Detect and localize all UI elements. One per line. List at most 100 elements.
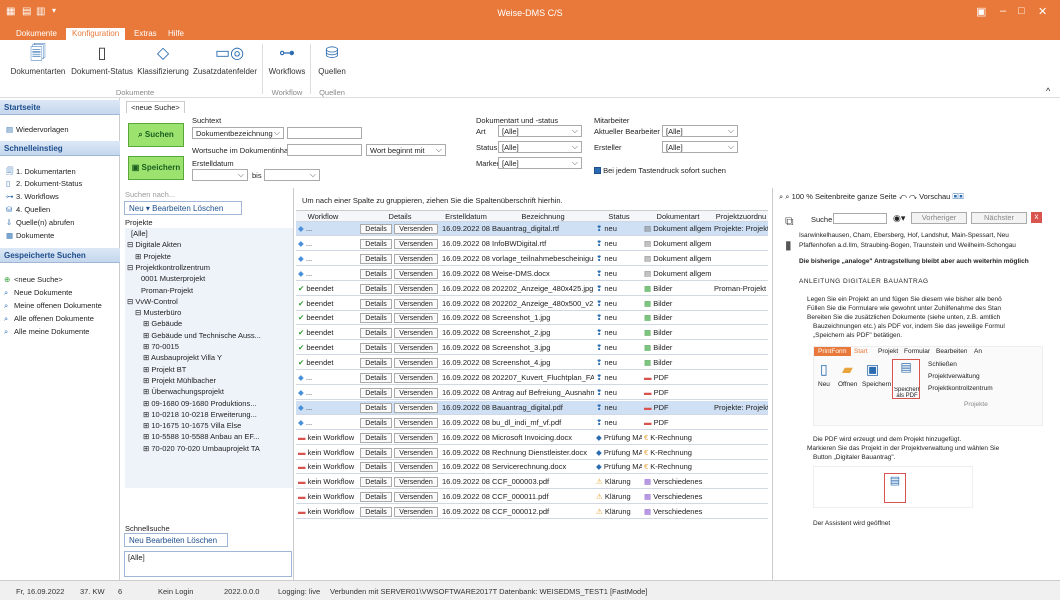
table-row[interactable]: ✔ beendet Details Versenden 16.09.2022 08: S… [296, 311, 768, 326]
date-from-input[interactable] [192, 169, 248, 181]
table-row[interactable]: ✔ beendet Details Versenden 16.09.2022 08: S… [296, 326, 768, 341]
details-button[interactable]: Details [360, 253, 392, 264]
zusatzdatenfelder-button[interactable]: ▭◎ Zusatzdatenfelder [192, 44, 258, 76]
versenden-button[interactable]: Versenden [394, 238, 438, 249]
tree-node[interactable]: ⊞ Projekt BT [143, 365, 186, 374]
close-search-icon[interactable]: x [1031, 212, 1042, 223]
table-row[interactable]: ✔ beendet Details Versenden 16.09.2022 08: S… [296, 356, 768, 371]
details-button[interactable]: Details [360, 402, 392, 413]
details-button[interactable]: Details [360, 387, 392, 398]
versenden-button[interactable]: Versenden [394, 343, 438, 354]
collapse-ribbon-icon[interactable]: ^ [1046, 86, 1050, 96]
details-button[interactable]: Details [360, 358, 392, 369]
details-button[interactable]: Details [360, 224, 392, 234]
saved-search-meine-offenen[interactable]: ⌕ Meine offenen Dokumente [4, 301, 102, 311]
minimize-icon[interactable]: – [1000, 5, 1006, 17]
tree-node[interactable]: ⊞ 70-020 70-020 Umbauprojekt TA [143, 444, 260, 453]
copy-icon[interactable]: ⧉ [785, 214, 794, 229]
quick-item-dokumente[interactable]: ▦ Dokumente [6, 231, 54, 240]
ersteller-select[interactable]: [Alle] [662, 141, 738, 153]
table-row[interactable]: ▬ kein Workflow Details Versenden 16.09.202… [296, 505, 768, 520]
quick-item-workflows[interactable]: ⊶ 3. Workflows [6, 192, 59, 201]
preview-search-input[interactable] [833, 213, 887, 224]
vorheriger-button[interactable]: Vorheriger [911, 212, 967, 224]
table-row[interactable]: ✔ beendet Details Versenden 16.09.2022 08: S… [296, 341, 768, 356]
table-row[interactable]: ◆ ... Details Versenden 16.09.2022 08: Bauan… [296, 400, 768, 415]
tree-node[interactable]: ⊟ Projektkontrollzentrum [127, 263, 210, 272]
gespeicherte-suchen-header[interactable]: Gespeicherte Suchen [0, 248, 120, 263]
klassifizierung-button[interactable]: ◇ Klassifizierung [136, 44, 190, 76]
search-tab[interactable]: <neue Suche> [126, 101, 185, 113]
close-icon[interactable]: ✕ [1038, 5, 1047, 18]
vorschau-button[interactable]: Vorschau [919, 192, 950, 201]
akt-bearbeiter-select[interactable]: [Alle] [662, 125, 738, 137]
redo-icon[interactable]: ↷ [909, 192, 917, 201]
table-row[interactable]: ▬ kein Workflow Details Versenden 16.09.202… [296, 446, 768, 460]
table-row[interactable]: ◆ ... Details Versenden 16.09.2022 08: bu_dl… [296, 416, 768, 430]
versenden-button[interactable]: Versenden [394, 507, 438, 518]
search-field-select[interactable]: Dokumentbezeichnung [192, 127, 284, 139]
details-button[interactable]: Details [360, 343, 392, 354]
tree-node[interactable]: ⊞ Projekt Mühlbacher [143, 376, 216, 385]
versenden-button[interactable]: Versenden [394, 373, 438, 383]
bookmark-icon[interactable]: ▮ [785, 238, 792, 252]
versenden-button[interactable]: Versenden [394, 298, 438, 309]
seitenbreite-button[interactable]: Seitenbreite [815, 192, 855, 201]
zoom-level[interactable]: 100 % [792, 192, 813, 201]
details-button[interactable]: Details [360, 477, 392, 488]
wiedervorlagen-item[interactable]: ▤ Wiedervorlagen [6, 125, 69, 134]
versenden-button[interactable]: Versenden [394, 432, 438, 443]
table-row[interactable]: ✔ beendet Details Versenden 16.09.2022 08: 2… [296, 297, 768, 311]
details-button[interactable]: Details [360, 447, 392, 458]
table-row[interactable]: ◆ ... Details Versenden 16.09.2022 08: Bauan… [296, 222, 768, 236]
table-row[interactable]: ◆ ... Details Versenden 16.09.2022 08: 20220… [296, 371, 768, 385]
instant-search-checkbox[interactable]: Bei jedem Tastendruck sofort suchen [594, 166, 726, 175]
naechster-button[interactable]: Nächster [971, 212, 1027, 224]
art-select[interactable]: [Alle] [498, 125, 582, 137]
tree-node[interactable]: ⊞ 10-5588 10-5588 Anbau an EF... [143, 432, 259, 441]
wort-mode-select[interactable]: Wort beginnt mit [366, 144, 446, 156]
schnellsuche-toolbar[interactable]: Neu Bearbeiten Löschen [124, 533, 228, 547]
details-button[interactable]: Details [360, 462, 392, 473]
maximize-icon[interactable]: □ [1018, 5, 1025, 17]
speichern-button[interactable]: ▣ Speichern [128, 156, 184, 180]
details-button[interactable]: Details [360, 507, 392, 518]
tab-dokumente[interactable]: Dokumente [10, 28, 63, 40]
versenden-button[interactable]: Versenden [394, 283, 438, 294]
table-row[interactable]: ▬ kein Workflow Details Versenden 16.09.202… [296, 460, 768, 475]
marker-select[interactable]: [Alle] [498, 157, 582, 169]
versenden-button[interactable]: Versenden [394, 402, 438, 413]
versenden-button[interactable]: Versenden [394, 224, 438, 234]
tree-node[interactable]: ⊞ Ausbauprojekt Villa Y [143, 353, 222, 362]
tab-extras[interactable]: Extras [128, 28, 163, 40]
details-button[interactable]: Details [360, 313, 392, 324]
search-text-input[interactable] [287, 127, 362, 139]
workflows-button[interactable]: ⊶ Workflows [266, 44, 308, 76]
status-select[interactable]: [Alle] [498, 141, 582, 153]
versenden-button[interactable]: Versenden [394, 358, 438, 369]
tree-toolbar[interactable]: Neu ▾ Bearbeiten Löschen [124, 201, 242, 215]
tree-node[interactable]: ⊞ 10-0218 10-0218 Erweiterung... [143, 410, 257, 419]
saved-search-neue[interactable]: ⊕ <neue Suche> [4, 275, 63, 284]
details-button[interactable]: Details [360, 432, 392, 443]
table-row[interactable]: ▬ kein Workflow Details Versenden 16.09.202… [296, 490, 768, 505]
versenden-button[interactable]: Versenden [394, 447, 438, 458]
versenden-button[interactable]: Versenden [394, 328, 438, 339]
tree-node[interactable]: ⊞ 10-1675 10-1675 Villa Else [143, 421, 241, 430]
quick-item-quellen[interactable]: ⛁ 4. Quellen [6, 205, 50, 214]
table-row[interactable]: ▬ kein Workflow Details Versenden 16.09.202… [296, 475, 768, 490]
details-button[interactable]: Details [360, 492, 392, 503]
versenden-button[interactable]: Versenden [394, 268, 438, 279]
tree-node[interactable]: ⊞ 70-0015 [143, 342, 179, 351]
versenden-button[interactable]: Versenden [394, 462, 438, 473]
quick-item-quellen-abrufen[interactable]: ⇩ Quelle(n) abrufen [6, 218, 74, 227]
tree-node[interactable]: ⊞ Gebäude und Technische Auss... [143, 331, 261, 340]
table-row[interactable]: ▬ kein Workflow Details Versenden 16.09.202… [296, 431, 768, 445]
date-to-input[interactable] [264, 169, 320, 181]
versenden-button[interactable]: Versenden [394, 477, 438, 488]
details-button[interactable]: Details [360, 417, 392, 428]
tree-node[interactable]: ⊞ 09-1680 09-1680 Produktions... [143, 399, 256, 408]
search-options-icon[interactable]: ◉▾ [893, 213, 905, 224]
versenden-button[interactable]: Versenden [394, 387, 438, 398]
table-row[interactable]: ◆ ... Details Versenden 16.09.2022 08: Weise… [296, 267, 768, 281]
